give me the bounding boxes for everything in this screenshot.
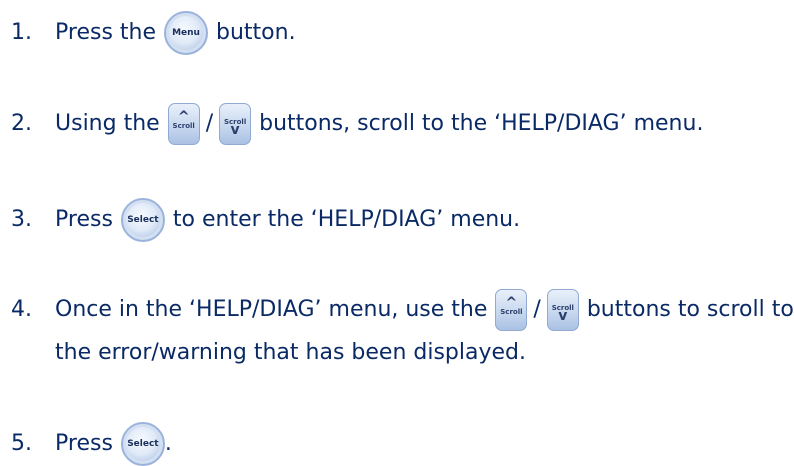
scroll-up-button-icon: ^ Scroll [495, 289, 528, 331]
step-2: 2. Using the ^ Scroll / Scroll v buttons… [0, 103, 703, 145]
step-text: Once in the ‘HELP/DIAG’ menu, use the [55, 297, 488, 322]
scroll-up-button-icon: ^ Scroll [167, 103, 200, 145]
select-button-icon: Select [120, 198, 165, 242]
menu-button-icon: Menu [164, 11, 208, 55]
step-1: 1. Press the Menu button. [0, 11, 296, 55]
select-button-icon: Select [120, 422, 165, 466]
step-4: 4. Once in the ‘HELP/DIAG’ menu, use the… [0, 289, 794, 331]
step-text: buttons to scroll to [586, 297, 794, 322]
step-number: 2. [11, 111, 32, 136]
step-number: 3. [11, 207, 32, 232]
step-text: Press the [55, 20, 156, 45]
step-3: 3. Press Select to enter the ‘HELP/DIAG’… [0, 198, 520, 242]
step-text: Press [55, 207, 113, 232]
step-4-continuation: the error/warning that has been displaye… [55, 340, 526, 365]
instructions-page: 1. Press the Menu button. 2. Using the ^… [0, 0, 794, 466]
scroll-down-button-icon: Scroll v [546, 289, 579, 331]
scroll-down-button-icon: Scroll v [219, 103, 252, 145]
step-number: 4. [11, 297, 32, 322]
step-number: 5. [11, 431, 32, 456]
step-text: to enter the ‘HELP/DIAG’ menu. [172, 207, 521, 232]
step-text: Using the [55, 111, 160, 136]
separator: / [205, 111, 214, 136]
step-text: . [164, 431, 172, 456]
step-number: 1. [11, 20, 32, 45]
step-5: 5. Press Select . [0, 422, 172, 466]
step-text: Press [55, 431, 113, 456]
separator: / [533, 297, 541, 322]
step-text: buttons, scroll to the ‘HELP/DIAG’ menu. [259, 111, 704, 136]
step-text: button. [216, 20, 296, 45]
